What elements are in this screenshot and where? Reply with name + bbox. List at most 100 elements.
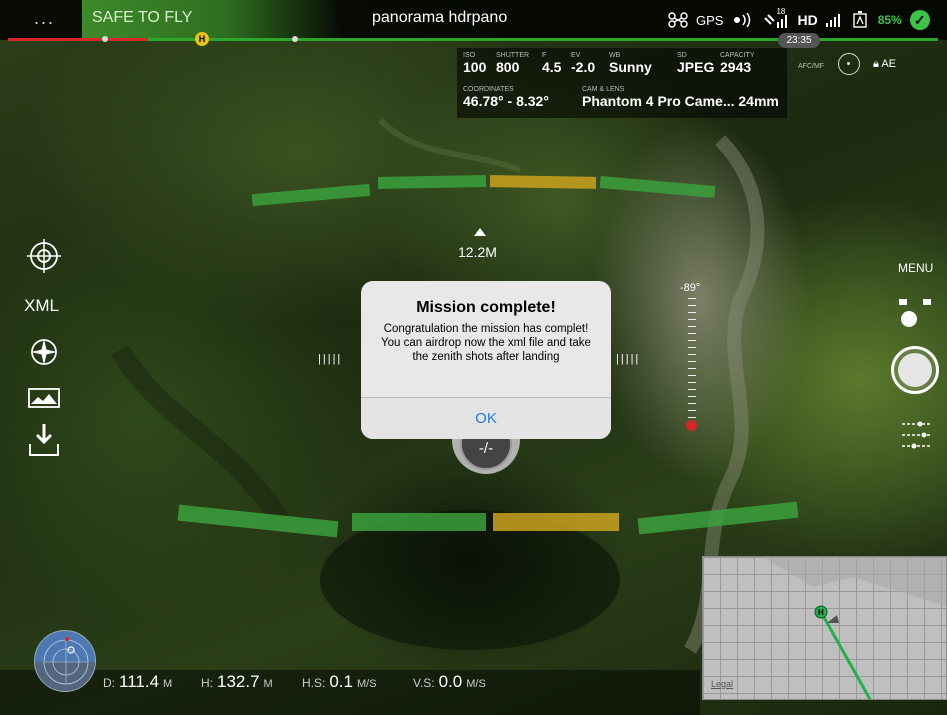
- camera-lens-label: CAM & LENS: [582, 86, 625, 93]
- heading-ticks-right: |||||: [616, 353, 641, 365]
- download-icon: [29, 424, 59, 456]
- panorama-view-button[interactable]: [24, 378, 64, 418]
- flight-path-map: H: [703, 557, 946, 699]
- camera-menu-button[interactable]: MENU: [898, 261, 933, 275]
- speed-dial-readout: -/-: [478, 440, 494, 457]
- horizontal-speed-unit: M/S: [356, 678, 377, 690]
- distance-label: D:: [103, 676, 115, 690]
- ev-label: EV: [571, 52, 581, 59]
- minimap[interactable]: H Legal: [702, 556, 947, 700]
- track-waypoint-dot: [292, 36, 298, 42]
- aperture-value: 4.5: [542, 59, 562, 75]
- sd-format-cell: SD JPEG: [677, 52, 714, 75]
- compass-button[interactable]: [24, 332, 64, 372]
- capacity-value: 2943: [720, 59, 752, 75]
- crosshair-target-button[interactable]: [24, 236, 64, 276]
- track-waypoint-dot: [102, 36, 108, 42]
- signal-strength-icon: [731, 13, 755, 27]
- white-balance-value: Sunny: [609, 59, 652, 75]
- height-unit: M: [263, 678, 273, 690]
- gimbal-pitch-readout: -89°: [680, 282, 701, 294]
- focus-target-icon[interactable]: [838, 53, 860, 75]
- distance-readout: D: 111.4 M: [103, 672, 172, 692]
- shutter-value: 800: [496, 59, 520, 75]
- flight-time-badge: 23:35: [778, 33, 820, 48]
- iso-cell: ISO 100: [463, 52, 486, 75]
- iso-label: ISO: [463, 52, 476, 59]
- status-indicators: GPS 18 HD 85% ✓: [668, 6, 930, 34]
- vertical-speed-value: 0.0: [438, 672, 463, 691]
- xml-export-button[interactable]: XML: [24, 296, 59, 316]
- aperture-label: F: [542, 52, 547, 59]
- photo-video-switch[interactable]: [897, 297, 937, 331]
- more-menu-button[interactable]: ...: [34, 8, 55, 29]
- ev-cell: EV -2.0: [571, 52, 595, 75]
- attitude-arc: [352, 513, 486, 531]
- sd-label: SD: [677, 52, 687, 59]
- download-button[interactable]: [24, 420, 64, 460]
- capacity-cell: Capacity 2943: [720, 52, 755, 75]
- distance-unit: M: [163, 678, 173, 690]
- capacity-label: Capacity: [720, 52, 755, 59]
- vertical-speed-unit: M/S: [466, 678, 486, 690]
- horizontal-speed-label: H.S:: [302, 676, 326, 690]
- horizontal-speed-readout: H.S: 0.1 M/S: [302, 672, 377, 692]
- camera-lens-cell: CAM & LENS Phantom 4 Pro Came... 24mm: [582, 86, 779, 109]
- gimbal-pitch-indicator: [686, 420, 697, 431]
- satellite-count: 18: [776, 7, 786, 16]
- battery-percent: 85%: [877, 13, 902, 27]
- shutter-button[interactable]: [891, 346, 939, 394]
- shutter-cell: SHUTTER 800: [496, 52, 529, 75]
- gimbal-pitch-scale: [688, 298, 696, 426]
- aperture-cell: F 4.5: [542, 52, 561, 75]
- height-label: H:: [201, 676, 213, 690]
- focus-mode-toggle[interactable]: AFC/MF: [798, 63, 824, 70]
- coordinates-label: COORDINATES: [463, 86, 514, 93]
- checkmark-icon: ✓: [909, 10, 930, 30]
- shutter-label: SHUTTER: [496, 52, 530, 59]
- distance-value: 111.4: [119, 672, 160, 691]
- home-point-marker: H: [195, 32, 209, 46]
- height-readout: H: 132.7 M: [201, 672, 273, 692]
- relative-altitude-readout: 12.2M: [458, 244, 497, 260]
- camera-lens-value: Phantom 4 Pro Came... 24mm: [582, 93, 779, 109]
- coordinates-cell: COORDINATES 46.78° - 8.32°: [463, 86, 549, 109]
- sd-format-value: JPEG: [677, 59, 715, 75]
- aircraft-icon[interactable]: [668, 12, 688, 28]
- radar-rings-icon: [43, 637, 89, 685]
- compass-icon: [31, 339, 57, 365]
- camera-settings-sliders-icon[interactable]: [900, 418, 932, 452]
- ae-lock-label: AE: [881, 58, 896, 70]
- map-legal-link[interactable]: Legal: [711, 679, 733, 689]
- heading-ticks-left: |||||: [318, 353, 343, 365]
- white-balance-label: WB: [609, 52, 621, 59]
- flight-status-label: SAFE TO FLY: [92, 9, 193, 26]
- attitude-arc-warning: [489, 175, 597, 189]
- altitude-pointer-icon: [474, 228, 486, 236]
- dialog-ok-button[interactable]: OK: [361, 398, 611, 439]
- iso-value: 100: [463, 59, 487, 75]
- height-value: 132.7: [217, 672, 260, 691]
- ae-lock-button[interactable]: 🔒︎ AE: [873, 58, 896, 71]
- dialog-title: Mission complete!: [416, 299, 556, 316]
- attitude-arc: [377, 175, 487, 189]
- white-balance-cell: WB Sunny: [609, 52, 652, 75]
- mission-complete-dialog: Mission complete! Congratulation the mis…: [361, 281, 611, 439]
- vertical-speed-readout: V.S: 0.0 M/S: [413, 672, 486, 692]
- dialog-message: Congratulation the mission has complet! …: [381, 323, 591, 363]
- lock-icon: 🔒︎: [873, 58, 879, 70]
- attitude-radar[interactable]: [34, 630, 96, 692]
- panorama-image-icon: [28, 388, 60, 408]
- coordinates-value: 46.78° - 8.32°: [463, 93, 549, 109]
- satellite-icon[interactable]: 18: [763, 7, 789, 30]
- gps-label: GPS: [696, 12, 724, 28]
- battery-icon[interactable]: [852, 11, 870, 29]
- ev-value: -2.0: [571, 59, 596, 75]
- crosshair-icon: [27, 239, 61, 273]
- flight-progress-low-segment: [8, 38, 148, 41]
- hd-label: HD: [797, 12, 818, 28]
- camera-parameters-panel[interactable]: ISO 100 SHUTTER 800 F 4.5 EV -2.0 WB Sun…: [457, 48, 787, 118]
- attitude-arc-warning: [493, 513, 619, 531]
- fpv-camera-view: ... SAFE TO FLY panorama hdrpano H GPS 1…: [0, 0, 947, 715]
- hd-signal-bars-icon: [825, 13, 844, 27]
